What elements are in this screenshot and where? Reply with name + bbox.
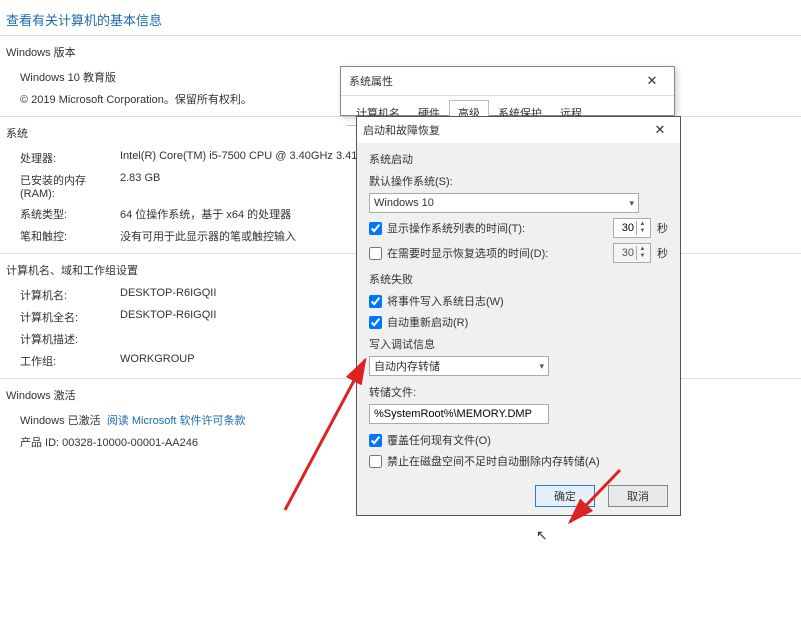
seconds-unit: 秒 <box>657 245 668 261</box>
startup-header: 系统启动 <box>369 151 668 167</box>
failure-header: 系统失败 <box>369 271 668 287</box>
auto-restart-label: 自动重新启动(R) <box>387 314 468 330</box>
cancel-button[interactable]: 取消 <box>608 485 668 507</box>
show-oslist-value[interactable] <box>614 222 636 234</box>
ok-button[interactable]: 确定 <box>535 485 595 507</box>
close-icon[interactable]: ✕ <box>638 73 666 89</box>
overwrite-label: 覆盖任何现有文件(O) <box>387 432 491 448</box>
debug-info-label: 写入调试信息 <box>369 336 668 352</box>
systype-label: 系统类型: <box>20 206 120 222</box>
show-recovery-label: 在需要时显示恢复选项的时间(D): <box>387 245 613 261</box>
pcdesc-label: 计算机描述: <box>20 331 120 347</box>
pcname-val: DESKTOP-R6IGQII <box>120 287 216 303</box>
system-properties-dialog: 系统属性 ✕ 计算机名 硬件 高级 系统保护 远程 <box>340 66 675 116</box>
cursor-icon: ↖ <box>536 527 548 544</box>
dlg2-title: 启动和故障恢复 <box>363 122 440 138</box>
auto-restart-checkbox[interactable] <box>369 316 382 329</box>
systype-val: 64 位操作系统，基于 x64 的处理器 <box>120 206 291 222</box>
startup-recovery-dialog: 启动和故障恢复 ✕ 系统启动 默认操作系统(S): Windows 10 ▾ 显… <box>356 116 681 516</box>
pcname-label: 计算机名: <box>20 287 120 303</box>
wg-val: WORKGROUP <box>120 353 195 369</box>
show-recovery-checkbox[interactable] <box>369 247 382 260</box>
overwrite-checkbox[interactable] <box>369 434 382 447</box>
dump-file-input[interactable] <box>369 404 549 424</box>
show-recovery-value <box>614 247 636 259</box>
pen-label: 笔和触控: <box>20 228 120 244</box>
default-os-value: Windows 10 <box>374 197 434 209</box>
chevron-down-icon: ▾ <box>629 198 634 209</box>
show-recovery-time-input: ▲▼ <box>613 243 651 263</box>
pcfullname-label: 计算机全名: <box>20 309 120 325</box>
dlg1-title: 系统属性 <box>349 73 393 89</box>
no-auto-delete-label: 禁止在磁盘空间不足时自动删除内存转储(A) <box>387 453 600 469</box>
seconds-unit: 秒 <box>657 220 668 236</box>
default-os-select[interactable]: Windows 10 ▾ <box>369 193 639 213</box>
activation-status: Windows 已激活 <box>20 412 101 428</box>
license-link[interactable]: 阅读 Microsoft 软件许可条款 <box>107 412 246 428</box>
pen-val: 没有可用于此显示器的笔或触控输入 <box>120 228 296 244</box>
show-oslist-checkbox[interactable] <box>369 222 382 235</box>
dump-type-value: 自动内存转储 <box>374 358 440 374</box>
dump-file-label: 转储文件: <box>369 384 668 400</box>
page-title: 查看有关计算机的基本信息 <box>0 0 801 33</box>
pcfullname-val: DESKTOP-R6IGQII <box>120 309 216 325</box>
dump-type-select[interactable]: 自动内存转储 ▾ <box>369 356 549 376</box>
divider <box>0 35 801 36</box>
no-auto-delete-checkbox[interactable] <box>369 455 382 468</box>
wg-label: 工作组: <box>20 353 120 369</box>
default-os-label: 默认操作系统(S): <box>369 173 668 189</box>
write-event-label: 将事件写入系统日志(W) <box>387 293 504 309</box>
ram-val: 2.83 GB <box>120 172 160 200</box>
write-event-checkbox[interactable] <box>369 295 382 308</box>
chevron-down-icon: ▾ <box>539 361 544 372</box>
cpu-val: Intel(R) Core(TM) i5-7500 CPU @ 3.40GHz … <box>120 150 382 166</box>
ram-label: 已安装的内存(RAM): <box>20 172 120 200</box>
show-oslist-time-input[interactable]: ▲▼ <box>613 218 651 238</box>
section-winver: Windows 版本 <box>0 38 801 62</box>
cpu-label: 处理器: <box>20 150 120 166</box>
close-icon[interactable]: ✕ <box>646 122 674 138</box>
show-oslist-label: 显示操作系统列表的时间(T): <box>387 220 613 236</box>
